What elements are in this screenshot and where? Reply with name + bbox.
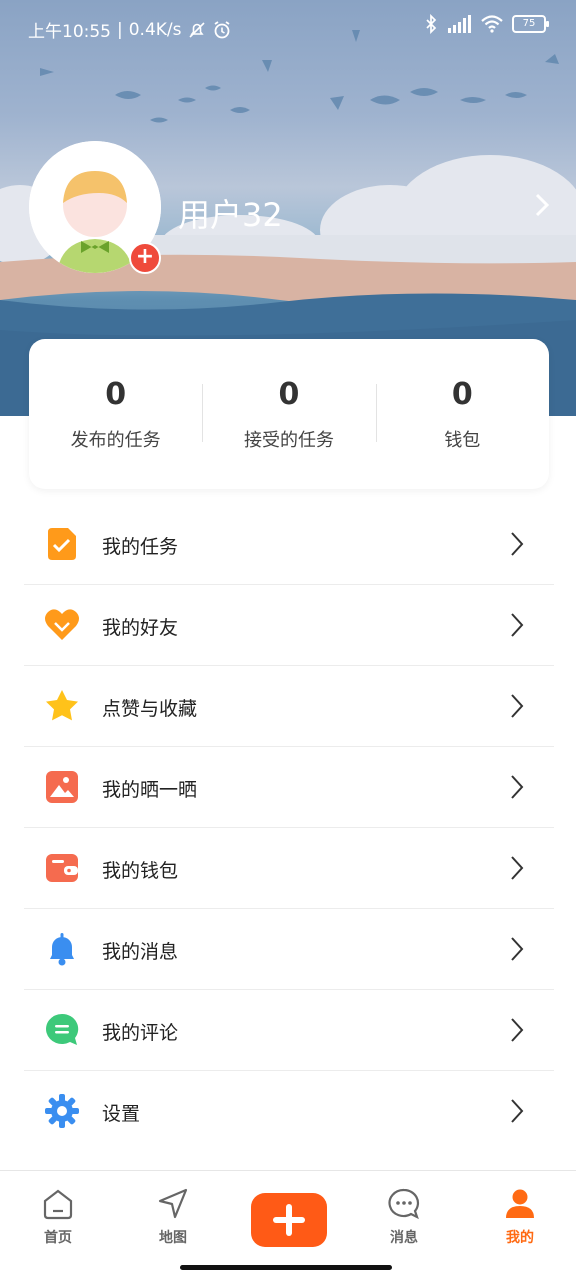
tab-home[interactable]: 首页: [18, 1187, 98, 1247]
bluetooth-icon: [426, 14, 437, 34]
status-bar: 上午10:55 | 0.4K/s 75: [0, 0, 576, 56]
chevron-right-icon: [511, 856, 524, 880]
tab-label: 地图: [159, 1230, 187, 1246]
menu-item-label: 我的任务: [102, 536, 179, 558]
profile-chevron-right-icon[interactable]: [532, 192, 552, 218]
menu-item-label: 我的晒一晒: [102, 779, 198, 801]
tab-label: 我的: [506, 1230, 534, 1246]
menu-list: 我的任务 我的好友 点赞与收藏 我的晒一晒 我的钱包 我的消息 我的评论 设置: [24, 504, 554, 1151]
stat-accepted-tasks[interactable]: 0 接受的任务: [202, 339, 375, 489]
menu-item-settings[interactable]: 设置: [24, 1071, 554, 1151]
stat-value: 0: [451, 377, 473, 412]
menu-item-my-wallet[interactable]: 我的钱包: [24, 828, 554, 909]
tab-map[interactable]: 地图: [133, 1187, 213, 1247]
stats-card: 0 发布的任务 0 接受的任务 0 钱包: [29, 339, 549, 489]
menu-item-my-tasks[interactable]: 我的任务: [24, 504, 554, 585]
battery-indicator: 75: [512, 15, 549, 33]
stat-label: 发布的任务: [70, 430, 161, 451]
menu-item-label: 我的钱包: [102, 860, 179, 882]
menu-item-label: 设置: [102, 1103, 141, 1125]
heart-icon: [45, 609, 79, 640]
menu-item-label: 我的好友: [102, 617, 179, 639]
add-avatar-button[interactable]: +: [129, 242, 161, 274]
stat-published-tasks[interactable]: 0 发布的任务: [29, 339, 202, 489]
menu-item-my-comments[interactable]: 我的评论: [24, 990, 554, 1071]
star-icon: [46, 690, 78, 721]
menu-item-likes-favorites[interactable]: 点赞与收藏: [24, 666, 554, 747]
status-time: 上午10:55: [28, 22, 111, 42]
username[interactable]: 用户32: [178, 190, 283, 236]
stat-value: 0: [278, 377, 300, 412]
home-icon: [43, 1189, 73, 1220]
comment-icon: [46, 1013, 79, 1045]
chevron-right-icon: [511, 613, 524, 637]
photo-icon: [46, 771, 78, 803]
tab-label: 消息: [390, 1230, 418, 1246]
chevron-right-icon: [511, 775, 524, 799]
menu-item-share-photos[interactable]: 我的晒一晒: [24, 747, 554, 828]
menu-item-label: 点赞与收藏: [102, 698, 198, 720]
tab-messages[interactable]: 消息: [364, 1187, 444, 1247]
chat-bubble-icon: [388, 1188, 420, 1220]
mute-bell-icon: [188, 21, 205, 38]
wallet-icon: [46, 854, 78, 882]
task-icon: [48, 528, 76, 560]
tab-label: 首页: [44, 1230, 72, 1246]
menu-item-label: 我的评论: [102, 1022, 179, 1044]
stat-label: 接受的任务: [243, 430, 334, 451]
alarm-icon: [214, 20, 230, 38]
wifi-icon: [481, 15, 503, 33]
home-indicator[interactable]: [180, 1265, 392, 1270]
chevron-right-icon: [511, 694, 524, 718]
plus-icon: [273, 1204, 305, 1236]
menu-item-my-friends[interactable]: 我的好友: [24, 585, 554, 666]
bell-icon: [50, 933, 74, 966]
chevron-right-icon: [511, 937, 524, 961]
tab-mine[interactable]: 我的: [480, 1187, 560, 1247]
publish-plus-button[interactable]: [251, 1193, 327, 1247]
gear-icon: [45, 1094, 79, 1128]
menu-item-my-messages[interactable]: 我的消息: [24, 909, 554, 990]
menu-item-label: 我的消息: [102, 941, 179, 963]
stat-wallet[interactable]: 0 钱包: [375, 339, 549, 489]
chevron-right-icon: [511, 532, 524, 556]
network-speed: 0.4K/s: [128, 19, 182, 40]
signal-icon: [448, 15, 471, 33]
stat-label: 钱包: [444, 430, 481, 451]
chevron-right-icon: [511, 1099, 524, 1123]
person-icon: [506, 1189, 534, 1218]
chevron-right-icon: [511, 1018, 524, 1042]
navigation-icon: [158, 1188, 188, 1219]
stat-value: 0: [105, 377, 127, 412]
